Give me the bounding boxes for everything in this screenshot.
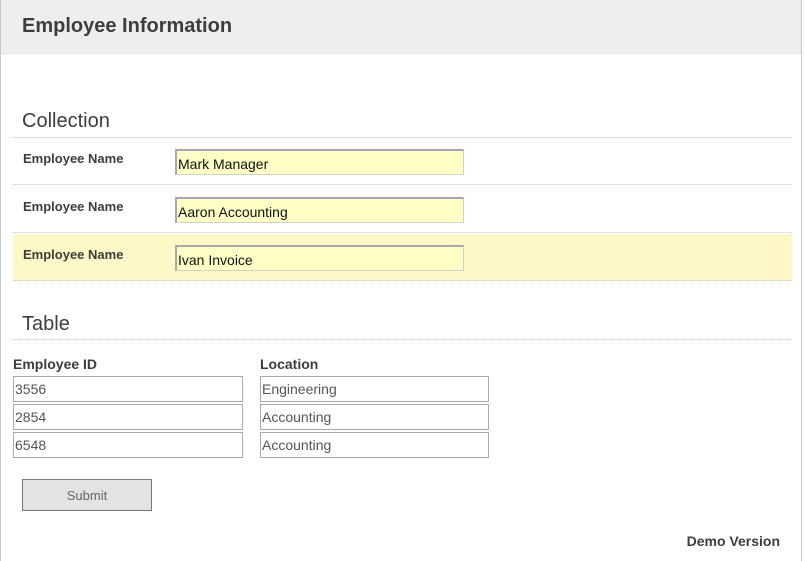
employee-name-input[interactable] (175, 149, 464, 175)
page-title: Employee Information (22, 15, 233, 37)
column-header-employee-id: Employee ID (13, 356, 98, 372)
collection-row[interactable]: Employee Name (13, 186, 792, 233)
employee-name-label: Employee Name (23, 247, 124, 262)
page-header: Employee Information (1, 0, 801, 54)
row-divider (13, 184, 792, 185)
collection-title: Collection (22, 110, 110, 132)
collection-row[interactable]: Employee Name (13, 138, 792, 185)
row-divider (13, 232, 792, 233)
employee-name-input[interactable] (175, 197, 464, 223)
location-cell[interactable] (260, 404, 489, 430)
employee-id-cell[interactable] (13, 432, 243, 458)
table-divider (13, 339, 792, 340)
submit-button[interactable]: Submit (22, 479, 152, 511)
employee-name-input[interactable] (175, 245, 464, 271)
app-frame: Employee Information Collection Employee… (0, 0, 802, 561)
employee-id-cell[interactable] (13, 376, 243, 402)
demo-version-label: Demo Version (686, 533, 780, 549)
location-cell[interactable] (260, 432, 489, 458)
collection-row-selected[interactable]: Employee Name (13, 234, 792, 281)
employee-name-label: Employee Name (23, 199, 124, 214)
employee-id-cell[interactable] (13, 404, 243, 430)
row-divider (13, 280, 792, 281)
employee-name-label: Employee Name (23, 151, 124, 166)
table-title: Table (22, 313, 70, 335)
location-cell[interactable] (260, 376, 489, 402)
column-header-location: Location (260, 356, 319, 372)
